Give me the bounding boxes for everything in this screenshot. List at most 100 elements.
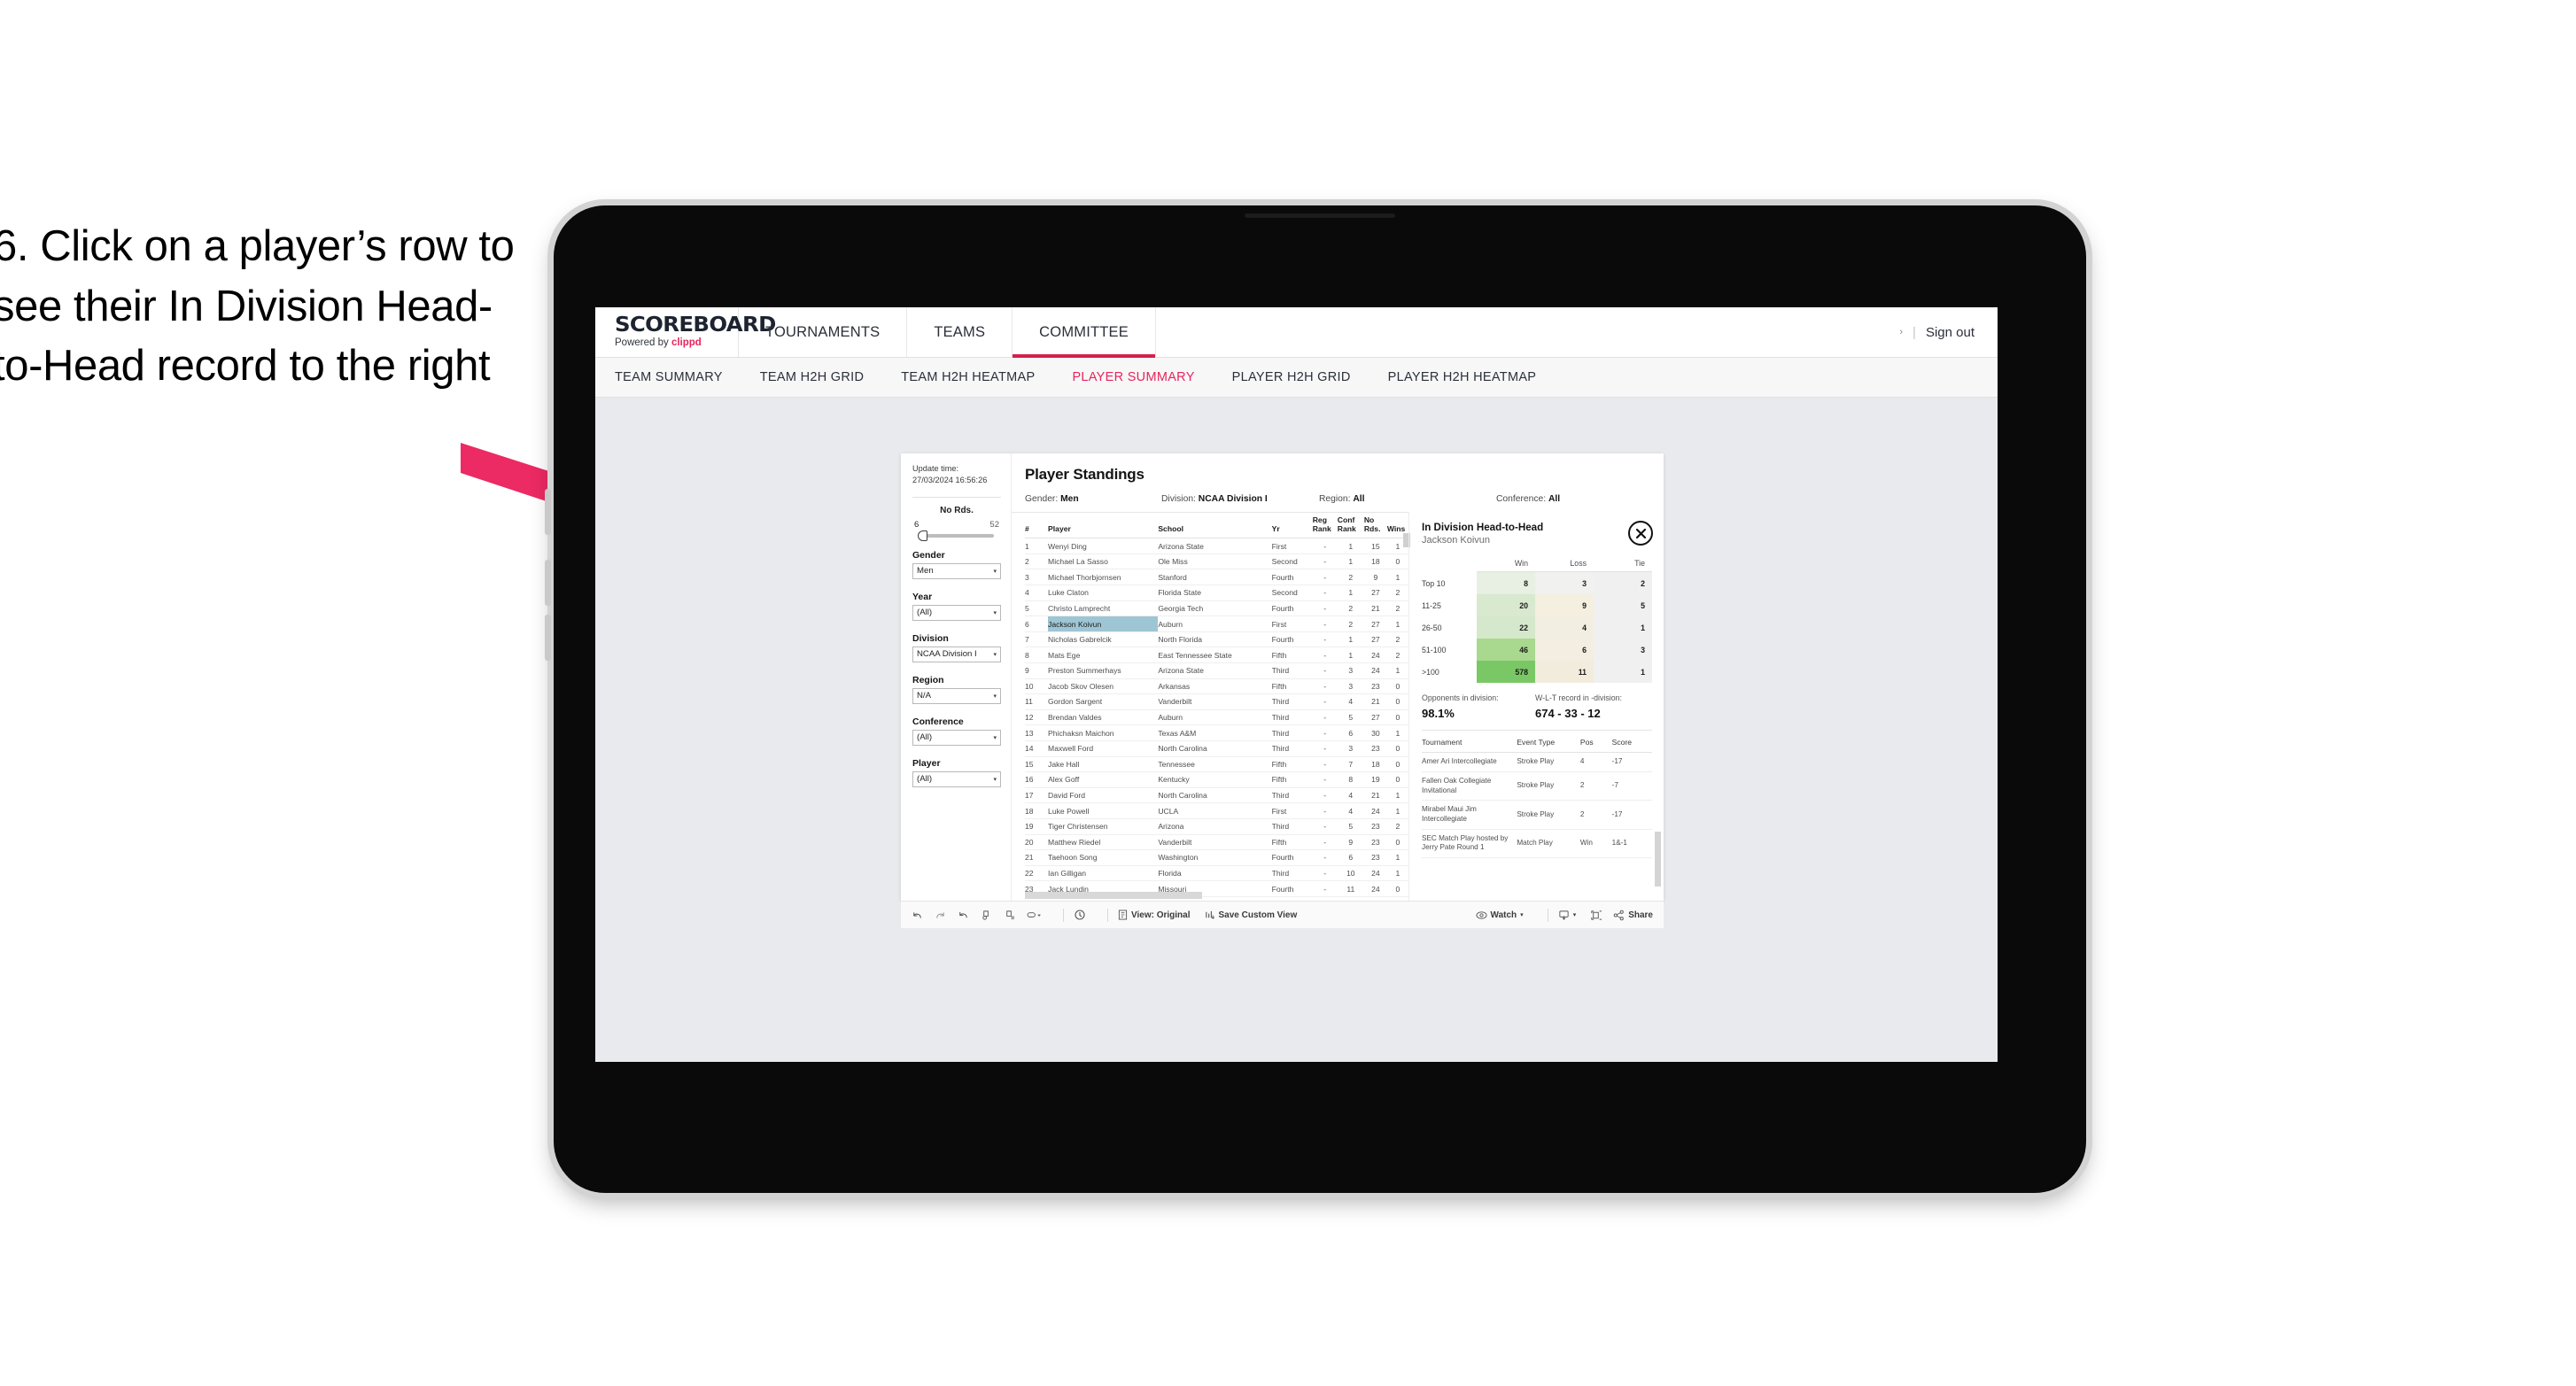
table-row[interactable]: 20 Matthew Riedel Vanderbilt Fifth -9 23 0	[1025, 834, 1408, 851]
share-label: Share	[1628, 910, 1653, 920]
table-row[interactable]: 10 Jacob Skov Olesen Arkansas Fifth -3 23 0	[1025, 678, 1408, 695]
cell-rank: 18	[1025, 802, 1049, 819]
col-conf-rank[interactable]: Conf Rank	[1337, 513, 1364, 539]
table-row[interactable]: 4 Luke Claton Florida State Second -1 27 2	[1025, 585, 1408, 601]
brand-logo[interactable]: SCOREBOARD Powered by clippd	[595, 307, 776, 357]
table-row[interactable]: 8 Mats Ege East Tennessee State Fifth -1 24 2	[1025, 647, 1408, 663]
download-button[interactable]: ▾	[1558, 910, 1577, 921]
table-row[interactable]: 16 Alex Goff Kentucky Fifth -8 19 0	[1025, 771, 1408, 788]
table-row[interactable]: 14 Maxwell Ford North Carolina Third -3 23 0	[1025, 740, 1408, 757]
nav-teams[interactable]: TEAMS	[907, 307, 1013, 357]
chevron-right-icon[interactable]: ›	[1899, 327, 1903, 337]
tournament-row[interactable]: SEC Match Play hosted by Jerry Pate Roun…	[1422, 829, 1652, 859]
tab-player-h2h-heatmap[interactable]: PLAYER H2H HEATMAP	[1388, 370, 1537, 384]
cell-event-type: Stroke Play	[1517, 771, 1580, 801]
tablet-screen: SCOREBOARD Powered by clippd TOURNAMENTS…	[595, 307, 1998, 1062]
cell-school: Auburn	[1158, 616, 1272, 632]
h2h-win-cell: 578	[1477, 661, 1535, 684]
cell-conf-rank: 2	[1337, 600, 1364, 617]
h2h-win-cell: 22	[1477, 616, 1535, 639]
watch-button[interactable]: Watch ▾	[1475, 910, 1524, 920]
cell-rank: 4	[1025, 585, 1049, 601]
table-row[interactable]: 18 Luke Powell UCLA First -4 24 1	[1025, 802, 1408, 819]
close-icon[interactable]	[1628, 521, 1653, 546]
col-score[interactable]: Score	[1611, 733, 1652, 754]
revert-icon[interactable]	[958, 910, 969, 921]
table-row[interactable]: 12 Brendan Valdes Auburn Third -5 27 0	[1025, 709, 1408, 726]
col-pos[interactable]: Pos	[1579, 733, 1612, 754]
cell-rank: 2	[1025, 554, 1049, 570]
pause-updates-icon[interactable]	[1004, 910, 1015, 921]
col-player[interactable]: Player	[1048, 513, 1159, 539]
table-row[interactable]: 11 Gordon Sargent Vanderbilt Third -4 21 0	[1025, 693, 1408, 710]
slider-track[interactable]	[918, 530, 994, 541]
table-row[interactable]: 7 Nicholas Gabrelcik North Florida Fourth -1…	[1025, 631, 1408, 648]
filter-gender-select[interactable]: Men ▾	[912, 562, 1001, 579]
col-yr[interactable]: Yr	[1271, 513, 1313, 539]
col-event-type[interactable]: Event Type	[1517, 733, 1580, 754]
table-row[interactable]: 22 Ian Gilligan Florida Third -10 24 1	[1025, 865, 1408, 882]
cell-no-rds: 24	[1363, 880, 1387, 897]
summary-region: Region: All	[1319, 494, 1365, 504]
cell-rank: 5	[1025, 600, 1049, 617]
table-row[interactable]: 15 Jake Hall Tennessee Fifth -7 18 0	[1025, 756, 1408, 773]
cell-conf-rank: 11	[1337, 880, 1364, 897]
col-school[interactable]: School	[1158, 513, 1272, 539]
cell-rank: 1	[1025, 538, 1049, 554]
tab-team-h2h-grid[interactable]: TEAM H2H GRID	[760, 370, 865, 384]
table-row[interactable]: 5 Christo Lamprecht Georgia Tech Fourth -2 21…	[1025, 600, 1408, 617]
redo-icon[interactable]	[935, 910, 946, 921]
table-row[interactable]: 2 Michael La Sasso Ole Miss Second -1 18 0	[1025, 554, 1408, 570]
table-row[interactable]: 13 Phichaksn Maichon Texas A&M Third -6 30 1	[1025, 724, 1408, 741]
no-rounds-slider[interactable]: No Rds. 6 52	[912, 506, 1001, 541]
filter-conference-select[interactable]: (All) ▾	[912, 729, 1001, 746]
cell-school: Washington	[1158, 849, 1272, 866]
slider-handle[interactable]	[918, 530, 927, 541]
table-row[interactable]: 19 Tiger Christensen Arizona Third -5 23 2	[1025, 818, 1408, 835]
h2h-win-cell: 20	[1477, 594, 1535, 617]
table-row[interactable]: 21 Taehoon Song Washington Fourth -6 23 1	[1025, 849, 1408, 866]
table-row[interactable]: 9 Preston Summerhays Arizona State Third -3 2…	[1025, 662, 1408, 679]
col-tournament[interactable]: Tournament	[1422, 733, 1517, 754]
sign-out-link[interactable]: Sign out	[1926, 325, 1975, 340]
tournament-row[interactable]: Mirabel Maui Jim Intercollegiate Stroke P…	[1422, 800, 1652, 830]
tournament-row[interactable]: Amer Ari Intercollegiate Stroke Play 4 -17	[1422, 752, 1652, 773]
tab-team-summary[interactable]: TEAM SUMMARY	[615, 370, 723, 384]
refresh-data-icon[interactable]	[981, 910, 992, 921]
chevron-down-icon: ▾	[1572, 912, 1577, 918]
tab-team-h2h-heatmap[interactable]: TEAM H2H HEATMAP	[901, 370, 1035, 384]
tab-player-summary[interactable]: PLAYER SUMMARY	[1072, 370, 1194, 384]
filter-year-select[interactable]: (All) ▾	[912, 604, 1001, 621]
filter-player-select[interactable]: (All) ▾	[912, 770, 1001, 787]
no-rounds-min: 6	[914, 519, 919, 530]
col-reg-rank[interactable]: Reg Rank	[1312, 513, 1338, 539]
filter-region-select[interactable]: N/A ▾	[912, 687, 1001, 704]
alerts-icon[interactable]	[1074, 909, 1086, 921]
record-value: 674 - 33 - 12	[1535, 707, 1601, 721]
table-row[interactable]: 17 David Ford North Carolina Third -4 21 1	[1025, 787, 1408, 804]
table-row[interactable]: 3 Michael Thorbjornsen Stanford Fourth -2 9 1	[1025, 569, 1408, 586]
nav-tournaments[interactable]: TOURNAMENTS	[739, 307, 908, 357]
shape-dropdown-icon[interactable]	[1027, 910, 1042, 921]
filter-division-select[interactable]: NCAA Division I ▾	[912, 646, 1001, 662]
col-no-rds[interactable]: No Rds.	[1363, 513, 1387, 539]
filter-division-value: NCAA Division I	[917, 649, 977, 660]
tab-player-h2h-grid[interactable]: PLAYER H2H GRID	[1232, 370, 1351, 384]
col-rank[interactable]: #	[1025, 513, 1049, 539]
fullscreen-icon[interactable]	[1590, 910, 1602, 921]
share-button[interactable]: Share	[1613, 910, 1653, 921]
undo-icon[interactable]	[912, 910, 923, 921]
cell-conf-rank: 4	[1337, 693, 1364, 710]
table-row[interactable]: 6 Jackson Koivun Auburn First -2 27 1	[1025, 616, 1408, 632]
tournaments-scrollbar[interactable]	[1655, 832, 1661, 887]
table-horizontal-scrollbar[interactable]	[1025, 892, 1202, 899]
dashboard-sheet: Update time: 27/03/2024 16:56:26 No Rds.…	[901, 453, 1664, 929]
tournament-row[interactable]: Fallen Oak Collegiate Invitational Stroke…	[1422, 771, 1652, 801]
table-row[interactable]: 1 Wenyi Ding Arizona State First -1 15 1	[1025, 538, 1408, 554]
view-original-button[interactable]: View: Original	[1118, 910, 1191, 920]
cell-school: Florida State	[1158, 585, 1272, 601]
nav-committee[interactable]: COMMITTEE	[1013, 307, 1156, 358]
cell-wins: 1	[1386, 569, 1408, 586]
update-time: Update time: 27/03/2024 16:56:26	[912, 463, 1001, 487]
save-custom-view-button[interactable]: Save Custom View	[1205, 910, 1297, 920]
